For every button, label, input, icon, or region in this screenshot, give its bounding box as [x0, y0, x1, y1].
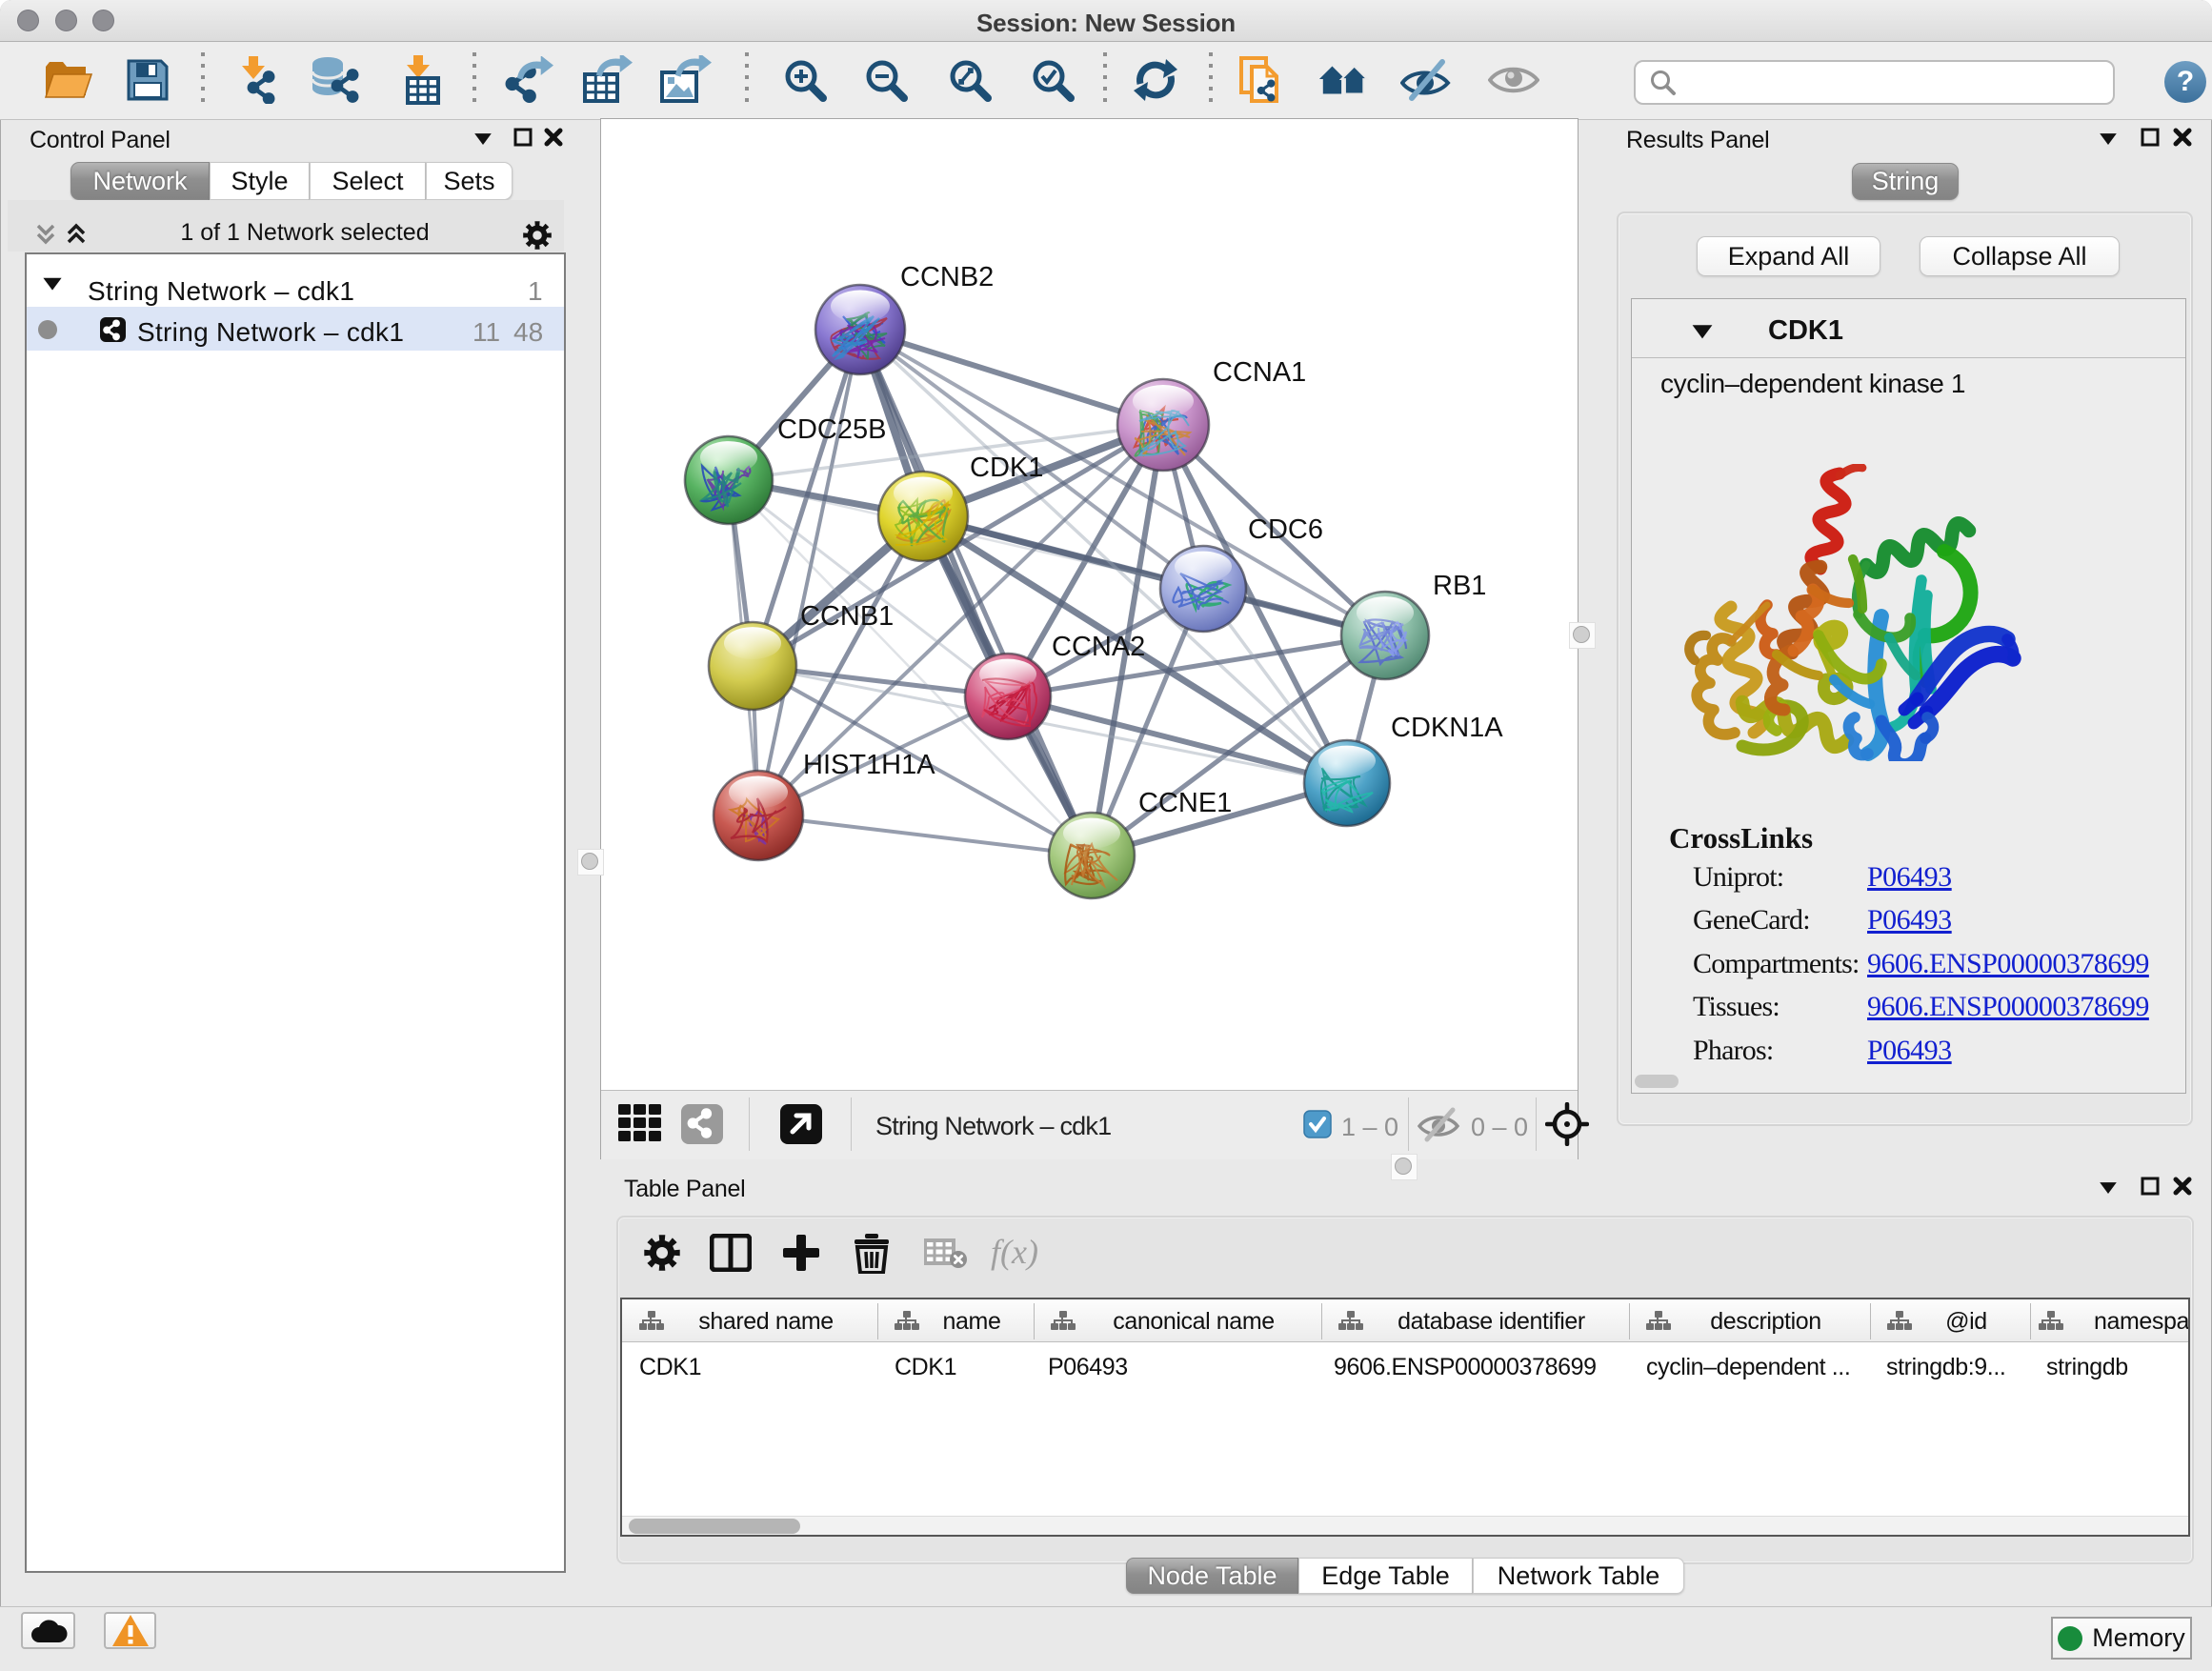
svg-text:CDKN1A: CDKN1A	[1391, 713, 1503, 743]
svg-text:RB1: RB1	[1433, 571, 1486, 601]
svg-text:CDK1: CDK1	[970, 453, 1043, 483]
svg-text:CCNA2: CCNA2	[1052, 632, 1145, 662]
svg-text:CCNB1: CCNB1	[800, 601, 894, 632]
svg-text:CCNE1: CCNE1	[1138, 788, 1232, 818]
svg-text:CDC6: CDC6	[1248, 514, 1323, 545]
svg-text:HIST1H1A: HIST1H1A	[803, 750, 935, 780]
svg-text:CCNB2: CCNB2	[900, 262, 994, 292]
svg-text:CCNA1: CCNA1	[1213, 357, 1306, 388]
svg-text:CDC25B: CDC25B	[777, 414, 886, 445]
